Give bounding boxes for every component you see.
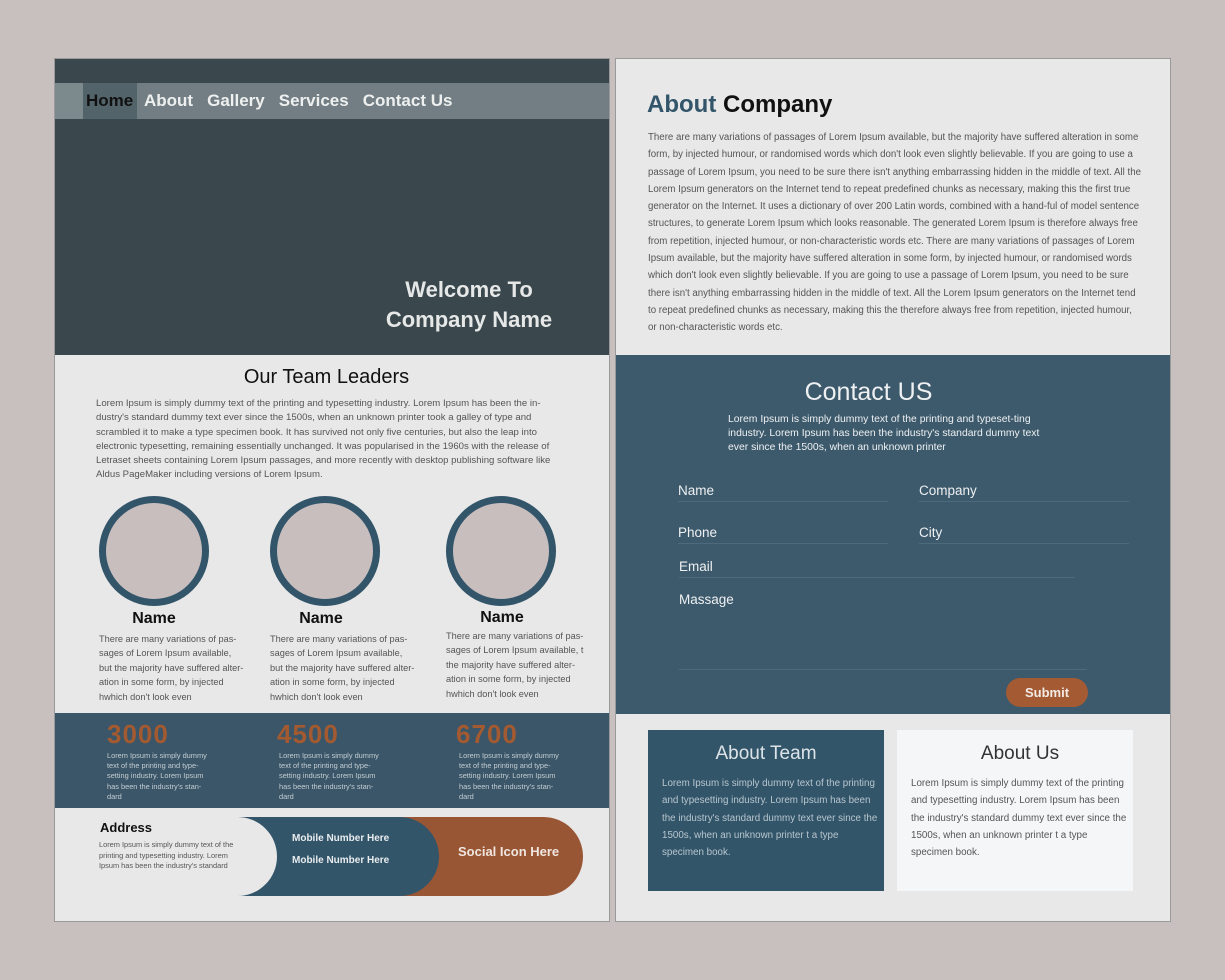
about-team-text: Lorem Ipsum is simply dummy text of the … — [662, 778, 878, 859]
stats-section: 3000 Lorem Ipsum is simply dummy text of… — [55, 713, 609, 808]
hero-title-line2: Company Name — [385, 307, 553, 332]
stat-desc: Lorem Ipsum is simply dummy text of the … — [279, 751, 379, 801]
city-field[interactable]: City — [919, 524, 1129, 544]
about-company-title: About Company — [647, 91, 832, 119]
company-field[interactable]: Company — [919, 482, 1129, 502]
phone-field-label: Phone — [678, 525, 718, 540]
about-us-card: About Us Lorem Ipsum is simply dummy tex… — [897, 730, 1133, 891]
hero-title-line1: Welcome To — [405, 277, 533, 302]
company-field-label: Company — [919, 483, 977, 498]
right-page: About Company There are many variations … — [615, 58, 1171, 922]
social-icons-placeholder[interactable]: Social Icon Here — [458, 844, 559, 859]
leader-desc: There are many variations of pas-sages o… — [446, 631, 584, 699]
message-field-label: Massage — [679, 592, 734, 607]
email-field-label: Email — [679, 559, 713, 574]
address-text: Lorem Ipsum is simply dummy text of the … — [99, 840, 234, 871]
about-us-text: Lorem Ipsum is simply dummy text of the … — [911, 778, 1127, 859]
nav-item-gallery[interactable]: Gallery — [200, 83, 272, 119]
submit-button[interactable]: Submit — [1006, 678, 1088, 707]
address-title: Address — [100, 820, 153, 835]
stat-desc: Lorem Ipsum is simply dummy text of the … — [459, 751, 559, 801]
nav-item-home[interactable]: Home — [83, 83, 137, 119]
leader-name: Name — [480, 609, 524, 626]
contact-section: Contact US Lorem Ipsum is simply dummy t… — [616, 355, 1170, 714]
mobile-number[interactable]: Mobile Number Here — [292, 833, 389, 844]
footer-section: Address Lorem Ipsum is simply dummy text… — [55, 808, 609, 921]
about-us-title: About Us — [980, 743, 1060, 764]
stat-item: 3000 Lorem Ipsum is simply dummy text of… — [107, 717, 217, 802]
stat-desc: Lorem Ipsum is simply dummy text of the … — [107, 751, 207, 801]
email-field[interactable]: Email — [679, 558, 1075, 578]
name-field[interactable]: Name — [678, 482, 888, 502]
mobile-number[interactable]: Mobile Number Here — [292, 855, 389, 866]
name-field-label: Name — [678, 483, 715, 498]
leader-avatar — [270, 496, 380, 606]
team-intro: Lorem Ipsum is simply dummy text of the … — [96, 398, 551, 481]
leader-desc: There are many variations of pas-sages o… — [99, 634, 244, 702]
city-field-label: City — [919, 525, 943, 540]
contact-text: Lorem Ipsum is simply dummy text of the … — [728, 414, 1040, 453]
leader-name: Name — [132, 610, 176, 627]
nav-item-contact-us[interactable]: Contact Us — [356, 83, 460, 119]
nav-item-services[interactable]: Services — [272, 83, 356, 119]
message-field[interactable]: Massage — [679, 591, 1087, 670]
stat-value: 3000 — [107, 719, 169, 749]
nav-spacer — [55, 83, 83, 119]
about-company-text: There are many variations of passages of… — [648, 132, 1141, 334]
nav-item-about[interactable]: About — [137, 83, 200, 119]
stat-item: 4500 Lorem Ipsum is simply dummy text of… — [277, 717, 387, 802]
contact-title: Contact US — [804, 378, 933, 406]
phone-field[interactable]: Phone — [678, 524, 888, 544]
about-title-accent: About — [647, 91, 717, 118]
leader-avatar — [446, 496, 556, 606]
nav-bar: Home About Gallery Services Contact Us — [55, 83, 609, 119]
left-page: Home About Gallery Services Contact Us W… — [54, 58, 610, 922]
stat-value: 6700 — [456, 719, 518, 749]
stat-value: 4500 — [277, 719, 339, 749]
leader-name: Name — [299, 610, 343, 627]
leader-desc: There are many variations of pas-sages o… — [270, 634, 415, 702]
team-title: Our Team Leaders — [243, 366, 410, 388]
about-team-title: About Team — [715, 743, 817, 764]
about-title-rest: Company — [722, 91, 833, 118]
leader-avatar — [99, 496, 209, 606]
hero-title: Welcome To Company Name — [369, 275, 569, 335]
about-team-card: About Team Lorem Ipsum is simply dummy t… — [648, 730, 884, 891]
stat-item: 6700 Lorem Ipsum is simply dummy text of… — [456, 717, 566, 802]
hero-section: Home About Gallery Services Contact Us W… — [55, 59, 609, 355]
